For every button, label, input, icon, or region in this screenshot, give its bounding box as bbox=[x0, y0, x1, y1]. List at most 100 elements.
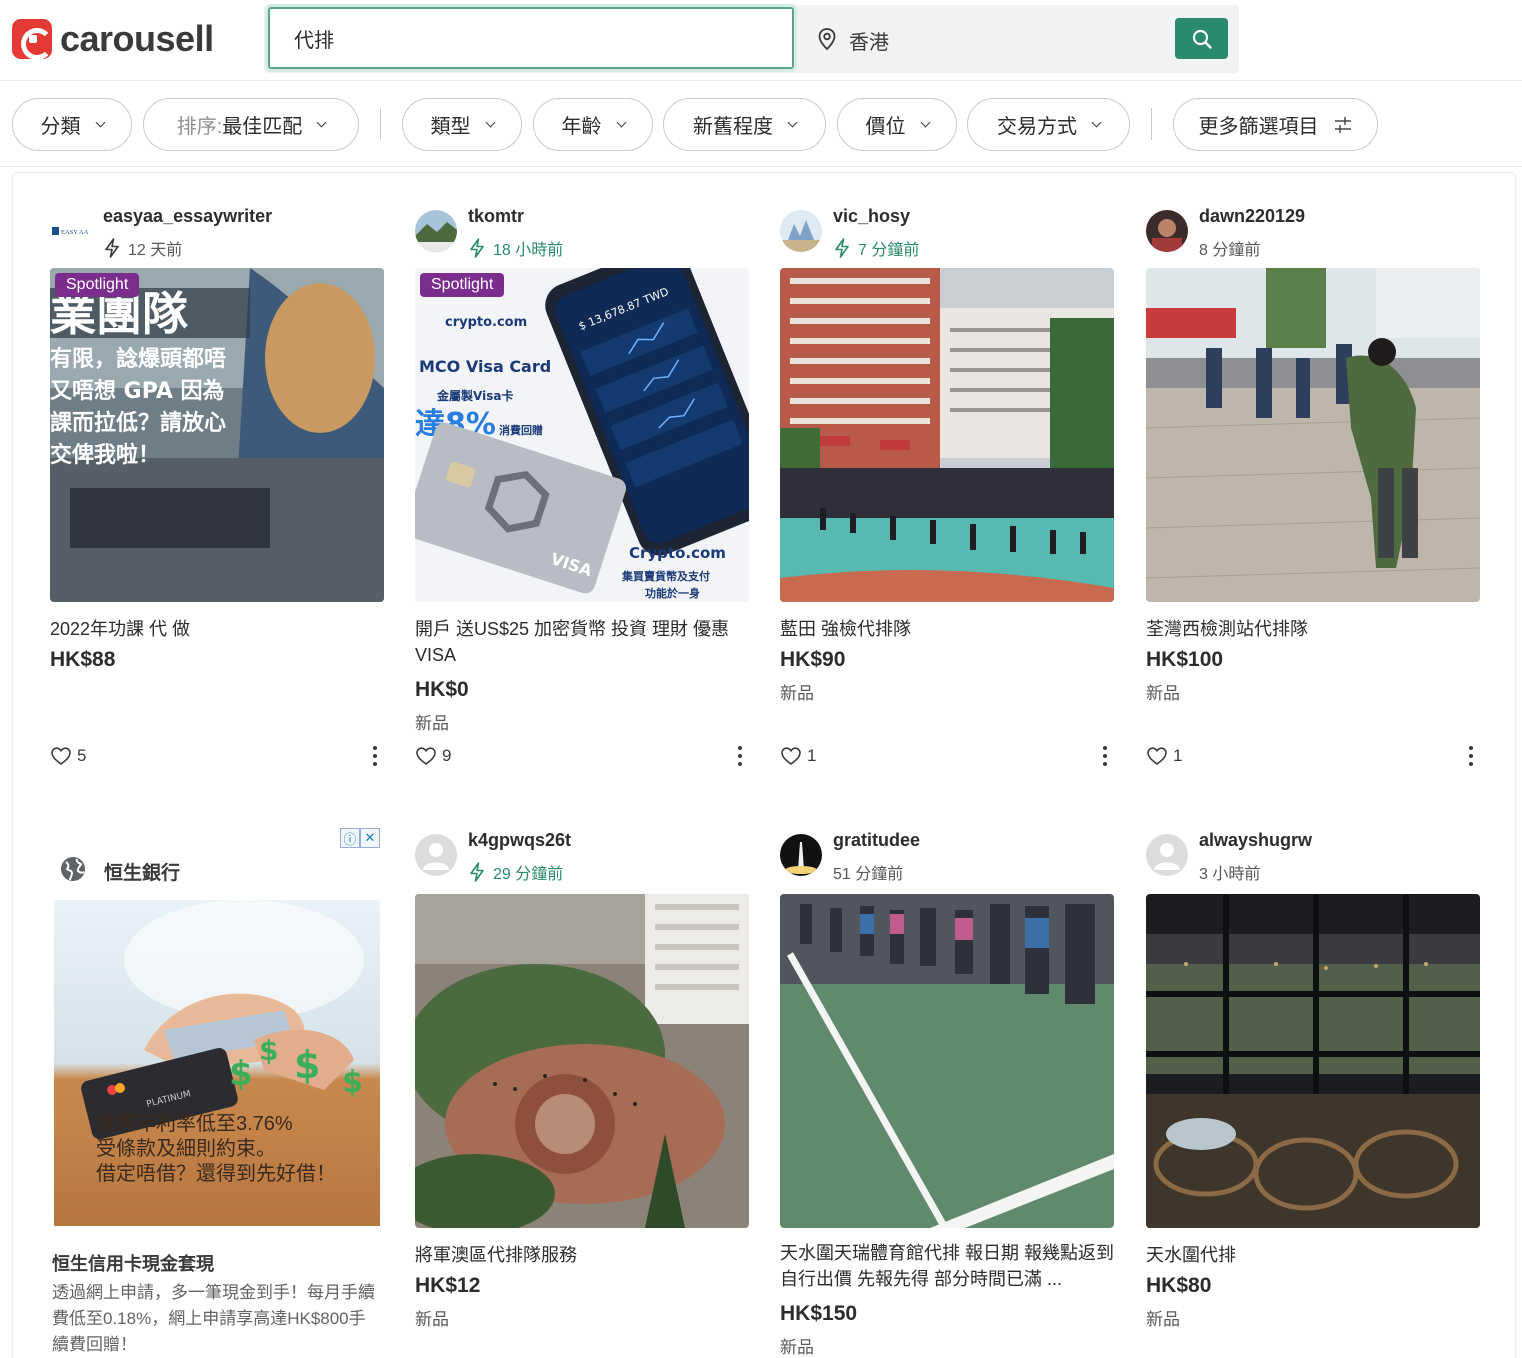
post-time: 12 天前 bbox=[103, 236, 182, 260]
svg-text:又唔想 GPA 因為: 又唔想 GPA 因為 bbox=[50, 378, 225, 404]
ad-description: 透過網上申請，多一筆現金到手！每月手續費低至0.18%，網上申請享高達HK$80… bbox=[52, 1283, 375, 1354]
svg-text:功能於一身: 功能於一身 bbox=[645, 586, 700, 600]
ad-image[interactable]: PLATINUM $ $ $ $ 實際年利率低至3.76% 受條款及細則約束。 … bbox=[54, 900, 380, 1226]
ad-image-text: 實際年利率低至3.76% 受條款及細則約束。 借定唔借？還得到先好借！ bbox=[96, 1113, 336, 1185]
listing-photo[interactable] bbox=[415, 894, 749, 1228]
ad-info-icon[interactable]: ⓘ bbox=[340, 828, 360, 848]
listing-title[interactable]: 2022年功課 代 做 bbox=[50, 616, 384, 642]
like-count: 5 bbox=[77, 746, 87, 765]
seller-info[interactable]: k4gpwqs26t 29 分鐘前 bbox=[415, 822, 749, 884]
sort-prefix: 排序: bbox=[176, 116, 223, 138]
svg-text:crypto.com: crypto.com bbox=[445, 315, 527, 330]
seller-info[interactable]: EASY AA easyaa_essaywriter 12 天前 bbox=[50, 198, 384, 260]
filter-type[interactable]: 類型 bbox=[402, 98, 522, 151]
search-input[interactable] bbox=[268, 7, 794, 69]
filter-sort[interactable]: 排序: 最佳匹配 bbox=[143, 98, 359, 151]
seller-info[interactable]: vic_hosy 7 分鐘前 bbox=[780, 198, 1114, 259]
seller-name: gratitudee bbox=[833, 830, 921, 850]
heart-icon bbox=[1147, 747, 1167, 766]
listing-condition: 新品 bbox=[1146, 684, 1180, 703]
bolt-icon bbox=[835, 238, 849, 258]
filter-condition[interactable]: 新舊程度 bbox=[663, 98, 826, 151]
like-count: 9 bbox=[442, 746, 452, 765]
filter-age[interactable]: 年齡 bbox=[533, 98, 653, 151]
listing-title[interactable]: 將軍澳區代排隊服務 bbox=[415, 1242, 749, 1268]
more-options-icon[interactable] bbox=[372, 746, 378, 768]
listing-price: HK$100 bbox=[1146, 648, 1224, 671]
advertiser-name[interactable]: 恒生銀行 bbox=[104, 858, 180, 885]
more-options-icon[interactable] bbox=[737, 746, 743, 768]
ad-title[interactable]: 恒生信用卡現金套現 bbox=[52, 1250, 214, 1276]
ad-close-icon[interactable]: ✕ bbox=[360, 828, 380, 848]
like-button[interactable]: 9 bbox=[415, 746, 451, 766]
listing-photo[interactable]: $ 13,678.87 TWD crypto.com MCO Visa Card… bbox=[415, 268, 749, 602]
avatar bbox=[415, 210, 457, 252]
search-button[interactable] bbox=[1175, 18, 1228, 59]
post-time: 29 分鐘前 bbox=[468, 860, 563, 884]
sort-value: 最佳匹配 bbox=[222, 116, 303, 138]
svg-text:$: $ bbox=[294, 1043, 320, 1087]
like-button[interactable]: 5 bbox=[50, 746, 86, 766]
listing-title[interactable]: 天水圍代排 bbox=[1146, 1242, 1480, 1268]
filter-bar: 分類 排序: 最佳匹配 類型 年齡 新舊程度 價位 交易方式 更多篩選項目 bbox=[0, 81, 1522, 167]
listing-condition: 新品 bbox=[415, 1310, 449, 1329]
listing-condition: 新品 bbox=[780, 684, 814, 703]
listing-photo[interactable] bbox=[780, 268, 1114, 602]
filter-more[interactable]: 更多篩選項目 bbox=[1173, 98, 1378, 151]
chevron-down-icon bbox=[316, 117, 327, 127]
ad-choices-badge[interactable]: ⓘ ✕ bbox=[340, 828, 380, 848]
seller-name: easyaa_essaywriter bbox=[103, 206, 273, 226]
chevron-down-icon bbox=[1091, 117, 1102, 127]
seller-info[interactable]: alwayshugrw 3 小時前 bbox=[1146, 822, 1480, 883]
listing-title[interactable]: 開戶 送US$25 加密貨幣 投資 理財 優惠 VISA bbox=[415, 616, 749, 668]
filter-divider bbox=[1151, 108, 1152, 140]
listing-title[interactable]: 天水圍天瑞體育館代排 報日期 報幾點返到 自行出價 先報先得 部分時間已滿 ..… bbox=[780, 1240, 1114, 1292]
carousell-logo[interactable]: carousell bbox=[12, 18, 214, 60]
post-time: 8 分鐘前 bbox=[1199, 242, 1261, 259]
carousell-logo-icon bbox=[12, 19, 53, 60]
seller-info[interactable]: tkomtr 18 小時前 bbox=[415, 198, 749, 259]
listing-photo[interactable] bbox=[1146, 268, 1480, 602]
listing-condition: 新品 bbox=[415, 714, 449, 733]
filter-category[interactable]: 分類 bbox=[12, 98, 132, 151]
header: carousell 香港 bbox=[0, 0, 1522, 81]
listing-price: HK$90 bbox=[780, 648, 846, 671]
chevron-down-icon bbox=[787, 117, 798, 127]
post-time: 51 分鐘前 bbox=[833, 866, 904, 883]
heart-icon bbox=[51, 747, 71, 766]
listing-title[interactable]: 荃灣西檢測站代排隊 bbox=[1146, 616, 1480, 642]
avatar: EASY AA bbox=[50, 210, 92, 252]
seller-name: tkomtr bbox=[468, 206, 525, 226]
listing-title[interactable]: 藍田 強檢代排隊 bbox=[780, 616, 1114, 642]
like-button[interactable]: 1 bbox=[780, 746, 816, 766]
seller-name: dawn220129 bbox=[1199, 206, 1306, 226]
svg-text:MCO Visa Card: MCO Visa Card bbox=[419, 357, 551, 376]
sliders-icon bbox=[1334, 116, 1351, 133]
avatar bbox=[780, 834, 822, 876]
listing-photo[interactable] bbox=[780, 894, 1114, 1228]
seller-name: vic_hosy bbox=[833, 206, 911, 226]
post-time: 3 小時前 bbox=[1199, 866, 1261, 883]
svg-text:EASY AA: EASY AA bbox=[61, 229, 89, 236]
more-options-icon[interactable] bbox=[1102, 746, 1108, 768]
seller-info[interactable]: gratitudee 51 分鐘前 bbox=[780, 822, 1114, 883]
like-button[interactable]: 1 bbox=[1146, 746, 1182, 766]
svg-text:$: $ bbox=[229, 1054, 253, 1094]
seller-info[interactable]: dawn220129 8 分鐘前 bbox=[1146, 198, 1480, 259]
location-selector[interactable]: 香港 bbox=[849, 26, 889, 55]
svg-text:Crypto.com: Crypto.com bbox=[629, 544, 726, 562]
listing-price: HK$80 bbox=[1146, 1274, 1212, 1297]
more-options-icon[interactable] bbox=[1468, 746, 1474, 768]
spotlight-badge: Spotlight bbox=[55, 273, 140, 297]
svg-text:$: $ bbox=[259, 1034, 278, 1067]
listing-photo[interactable] bbox=[1146, 894, 1480, 1228]
bolt-icon bbox=[470, 238, 484, 258]
location-pin-icon bbox=[818, 28, 836, 51]
filter-deal-method[interactable]: 交易方式 bbox=[967, 98, 1130, 151]
like-count: 1 bbox=[807, 746, 817, 765]
listing-photo[interactable]: 業團隊 有限，諗爆頭都唔 又唔想 GPA 因為 課而拉低？請放心 交俾我啦！ S… bbox=[50, 268, 384, 602]
chevron-down-icon bbox=[485, 117, 495, 127]
svg-text:消費回贈: 消費回贈 bbox=[499, 423, 543, 437]
chevron-down-icon bbox=[95, 117, 105, 127]
filter-price[interactable]: 價位 bbox=[837, 98, 957, 151]
